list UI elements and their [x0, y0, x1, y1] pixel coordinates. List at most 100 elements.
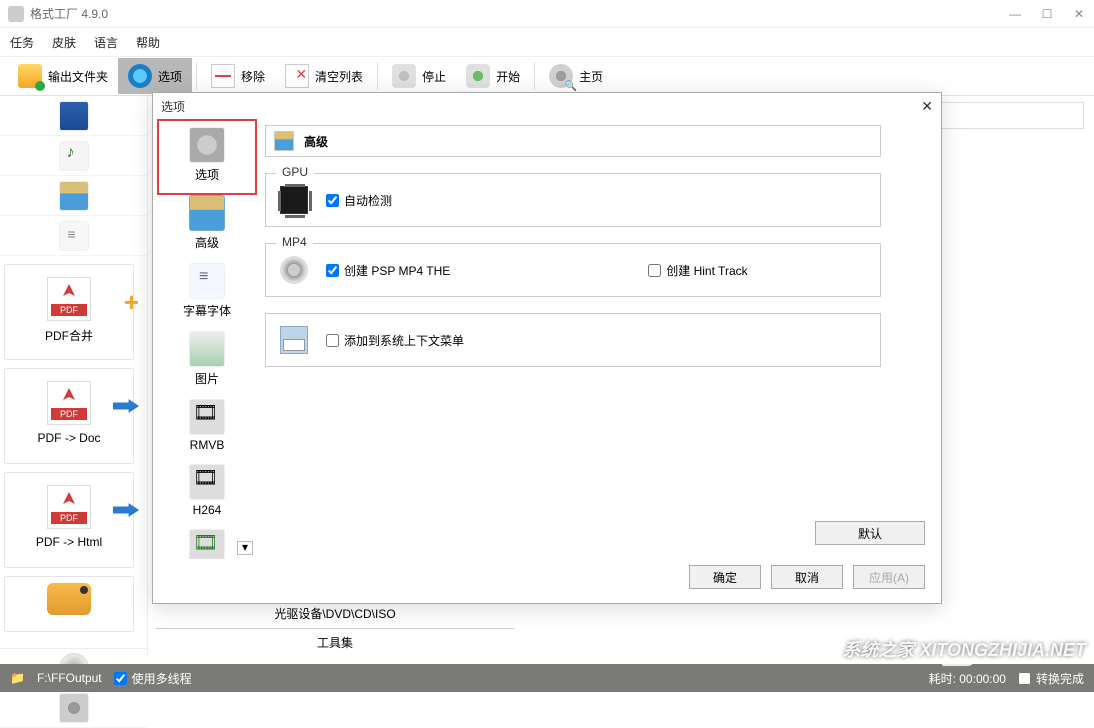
- mp4-legend: MP4: [276, 235, 313, 249]
- default-button[interactable]: 默认: [815, 521, 925, 545]
- document-icon: [59, 221, 89, 251]
- remove-button[interactable]: 移除: [201, 58, 275, 94]
- category-image[interactable]: [0, 176, 147, 216]
- dialog-actions: 确定 取消 应用(A): [689, 565, 925, 589]
- folder-status-icon: 📁: [10, 671, 25, 685]
- pdf-icon: [47, 277, 91, 321]
- clear-button[interactable]: 清空列表: [275, 58, 373, 94]
- h264-nav-icon: [189, 464, 225, 500]
- picture-nav-icon: [189, 331, 225, 367]
- nav-options[interactable]: 选项: [161, 123, 253, 191]
- dialog-title: 选项: [161, 98, 185, 115]
- create-hint-input[interactable]: [648, 264, 661, 277]
- remove-icon: [211, 64, 235, 88]
- auto-detect-checkbox[interactable]: 自动检测: [326, 192, 392, 209]
- tab-header-label: 高级: [304, 133, 328, 150]
- category-video[interactable]: [0, 96, 147, 136]
- left-panel: + PDF合并 PDF -> Doc PDF -> Html: [0, 96, 148, 656]
- nav-label: 选项: [161, 166, 253, 183]
- separator: [534, 62, 535, 90]
- dialog-body: 选项 高级 字幕字体 图片 RMVB H264: [153, 119, 941, 559]
- multithread-checkbox[interactable]: 使用多线程: [114, 670, 192, 687]
- task-cards: + PDF合并 PDF -> Doc PDF -> Html: [0, 256, 147, 648]
- nav-rmvb[interactable]: RMVB: [161, 395, 253, 460]
- window-title: 格式工厂 4.9.0: [30, 5, 108, 22]
- menu-help[interactable]: 帮助: [136, 34, 160, 51]
- clear-icon: [285, 64, 309, 88]
- output-folder-label: 输出文件夹: [48, 68, 108, 85]
- home-icon: [549, 64, 573, 88]
- output-path[interactable]: F:\FFOutput: [37, 671, 102, 685]
- menu-task[interactable]: 任务: [10, 34, 34, 51]
- options-nav-icon: [189, 127, 225, 163]
- task-pdf-merge[interactable]: + PDF合并: [4, 264, 134, 360]
- category-tools[interactable]: [0, 688, 147, 728]
- dialog-close-button[interactable]: ✕: [921, 98, 933, 115]
- category-tools-label[interactable]: 工具集: [156, 628, 514, 656]
- convert-done-input[interactable]: [1018, 672, 1031, 685]
- options-dialog: 选项 ✕ 选项 高级 字幕字体 图片 RMVB: [152, 92, 942, 604]
- cancel-button[interactable]: 取消: [771, 565, 843, 589]
- start-icon: [466, 64, 490, 88]
- auto-detect-label: 自动检测: [344, 192, 392, 209]
- start-button[interactable]: 开始: [456, 58, 530, 94]
- options-button[interactable]: 选项: [118, 58, 192, 94]
- convert-done-checkbox[interactable]: 转换完成: [1018, 670, 1084, 687]
- options-icon: [128, 64, 152, 88]
- arrow-icon: [113, 503, 139, 517]
- context-group: 添加到系统上下文菜单: [265, 313, 881, 367]
- stop-label: 停止: [422, 68, 446, 85]
- maximize-button[interactable]: ☐: [1040, 7, 1054, 21]
- task-video[interactable]: [4, 576, 134, 632]
- home-button[interactable]: 主页: [539, 58, 613, 94]
- dialog-nav: 选项 高级 字幕字体 图片 RMVB H264: [153, 119, 261, 559]
- home-label: 主页: [579, 68, 603, 85]
- task-pdf-html[interactable]: PDF -> Html: [4, 472, 134, 568]
- toolbar: 输出文件夹 选项 移除 清空列表 停止 开始 主页: [0, 56, 1094, 96]
- separator: [377, 62, 378, 90]
- add-context-label: 添加到系统上下文菜单: [344, 332, 464, 349]
- remove-label: 移除: [241, 68, 265, 85]
- task-pdf-doc[interactable]: PDF -> Doc: [4, 368, 134, 464]
- menu-language[interactable]: 语言: [94, 34, 118, 51]
- output-folder-button[interactable]: 输出文件夹: [8, 58, 118, 94]
- close-button[interactable]: ✕: [1072, 7, 1086, 21]
- clear-label: 清空列表: [315, 68, 363, 85]
- nav-advanced[interactable]: 高级: [161, 191, 253, 259]
- create-psp-input[interactable]: [326, 264, 339, 277]
- auto-detect-input[interactable]: [326, 194, 339, 207]
- divx-nav-icon: [189, 529, 225, 559]
- nav-h264[interactable]: H264: [161, 460, 253, 525]
- task-label: PDF -> Html: [13, 535, 125, 549]
- tools-icon: [59, 693, 89, 723]
- category-audio[interactable]: [0, 136, 147, 176]
- create-psp-checkbox[interactable]: 创建 PSP MP4 THE: [326, 262, 450, 279]
- multithread-input[interactable]: [114, 672, 127, 685]
- category-document[interactable]: [0, 216, 147, 256]
- nav-label: RMVB: [161, 438, 253, 452]
- nav-label: 图片: [161, 370, 253, 387]
- app-icon: [8, 6, 24, 22]
- multithread-label: 使用多线程: [132, 670, 192, 687]
- task-label: PDF -> Doc: [13, 431, 125, 445]
- gpu-legend: GPU: [276, 165, 314, 179]
- ok-button[interactable]: 确定: [689, 565, 761, 589]
- window-controls: — ☐ ✕: [1008, 7, 1086, 21]
- mp4-group: MP4 创建 PSP MP4 THE 创建 Hint Track: [265, 243, 881, 297]
- nav-dropdown-button[interactable]: ▾: [237, 541, 253, 555]
- nav-subtitle[interactable]: 字幕字体: [161, 259, 253, 327]
- create-hint-checkbox[interactable]: 创建 Hint Track: [648, 262, 747, 279]
- menu-skin[interactable]: 皮肤: [52, 34, 76, 51]
- tab-header: 高级: [265, 125, 881, 157]
- apply-button[interactable]: 应用(A): [853, 565, 925, 589]
- nav-picture[interactable]: 图片: [161, 327, 253, 395]
- add-context-checkbox[interactable]: 添加到系统上下文菜单: [326, 332, 464, 349]
- elapsed-label: 耗时: 00:00:00: [929, 670, 1006, 687]
- stop-button[interactable]: 停止: [382, 58, 456, 94]
- separator: [196, 62, 197, 90]
- add-context-input[interactable]: [326, 334, 339, 347]
- folder-icon: [18, 64, 42, 88]
- arrow-icon: [113, 399, 139, 413]
- minimize-button[interactable]: —: [1008, 7, 1022, 21]
- create-hint-label: 创建 Hint Track: [666, 262, 747, 279]
